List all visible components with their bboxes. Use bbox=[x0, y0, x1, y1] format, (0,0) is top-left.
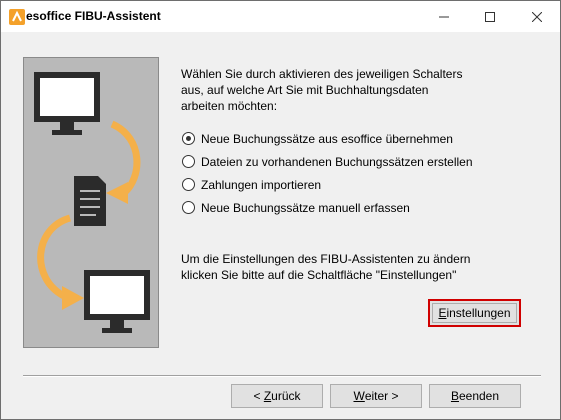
finish-mnemonic: B bbox=[450, 389, 459, 403]
arrow-icon bbox=[106, 120, 141, 204]
monitor-icon bbox=[34, 72, 100, 135]
monitor-icon bbox=[84, 270, 150, 333]
radio-option-import-from-esoffice[interactable]: Neue Buchungssätze aus esoffice übernehm… bbox=[182, 127, 473, 150]
app-logo-icon bbox=[9, 9, 25, 25]
window-title: esoffice FIBU-Assistent bbox=[26, 9, 161, 23]
radio-button[interactable] bbox=[182, 201, 195, 214]
document-icon bbox=[74, 176, 106, 226]
wizard-window: esoffice FIBU-Assistent Wählen Sie durch… bbox=[0, 0, 561, 420]
finish-label: eenden bbox=[458, 389, 500, 403]
next-button[interactable]: Weiter > bbox=[330, 384, 422, 408]
radio-label[interactable]: Neue Buchungssätze manuell erfassen bbox=[201, 201, 410, 215]
next-mnemonic: W bbox=[353, 389, 365, 403]
finish-button[interactable]: Beenden bbox=[429, 384, 521, 408]
minimize-icon bbox=[439, 16, 449, 17]
radio-label[interactable]: Neue Buchungssätze aus esoffice übernehm… bbox=[201, 132, 453, 146]
radio-button[interactable] bbox=[182, 155, 195, 168]
radio-label[interactable]: Zahlungen importieren bbox=[201, 178, 321, 192]
settings-button-face[interactable]: Einstellungen bbox=[432, 303, 517, 323]
maximize-icon bbox=[485, 11, 495, 22]
next-label: eiter > bbox=[364, 389, 399, 403]
footer-separator bbox=[23, 375, 541, 377]
radio-button[interactable] bbox=[182, 132, 195, 145]
back-label: urück bbox=[271, 389, 301, 403]
radio-option-manual-entry[interactable]: Neue Buchungssätze manuell erfassen bbox=[182, 196, 473, 219]
settings-mnemonic: E bbox=[438, 306, 447, 320]
intro-text: Wählen Sie durch aktivieren des jeweilig… bbox=[181, 67, 463, 113]
settings-button[interactable]: Einstellungen bbox=[428, 299, 521, 327]
title-bar[interactable]: esoffice FIBU-Assistent bbox=[1, 1, 560, 32]
close-button[interactable] bbox=[514, 1, 560, 32]
radio-option-create-files[interactable]: Dateien zu vorhandenen Buchungssätzen er… bbox=[182, 150, 473, 173]
arrow-icon bbox=[37, 214, 84, 310]
back-prefix: < bbox=[253, 389, 264, 403]
settings-label: instellungen bbox=[446, 306, 511, 320]
back-button[interactable]: < Zurück bbox=[231, 384, 323, 408]
illustration-panel bbox=[23, 57, 159, 348]
minimize-button[interactable] bbox=[421, 1, 467, 32]
radio-button[interactable] bbox=[182, 178, 195, 191]
mode-radio-group: Neue Buchungssätze aus esoffice übernehm… bbox=[182, 127, 473, 219]
radio-option-import-payments[interactable]: Zahlungen importieren bbox=[182, 173, 473, 196]
close-icon bbox=[532, 11, 542, 22]
radio-label[interactable]: Dateien zu vorhandenen Buchungssätzen er… bbox=[201, 155, 473, 169]
back-mnemonic: Z bbox=[263, 389, 272, 403]
settings-info-text: Um die Einstellungen des FIBU-Assistente… bbox=[181, 252, 471, 282]
maximize-button[interactable] bbox=[467, 1, 513, 32]
